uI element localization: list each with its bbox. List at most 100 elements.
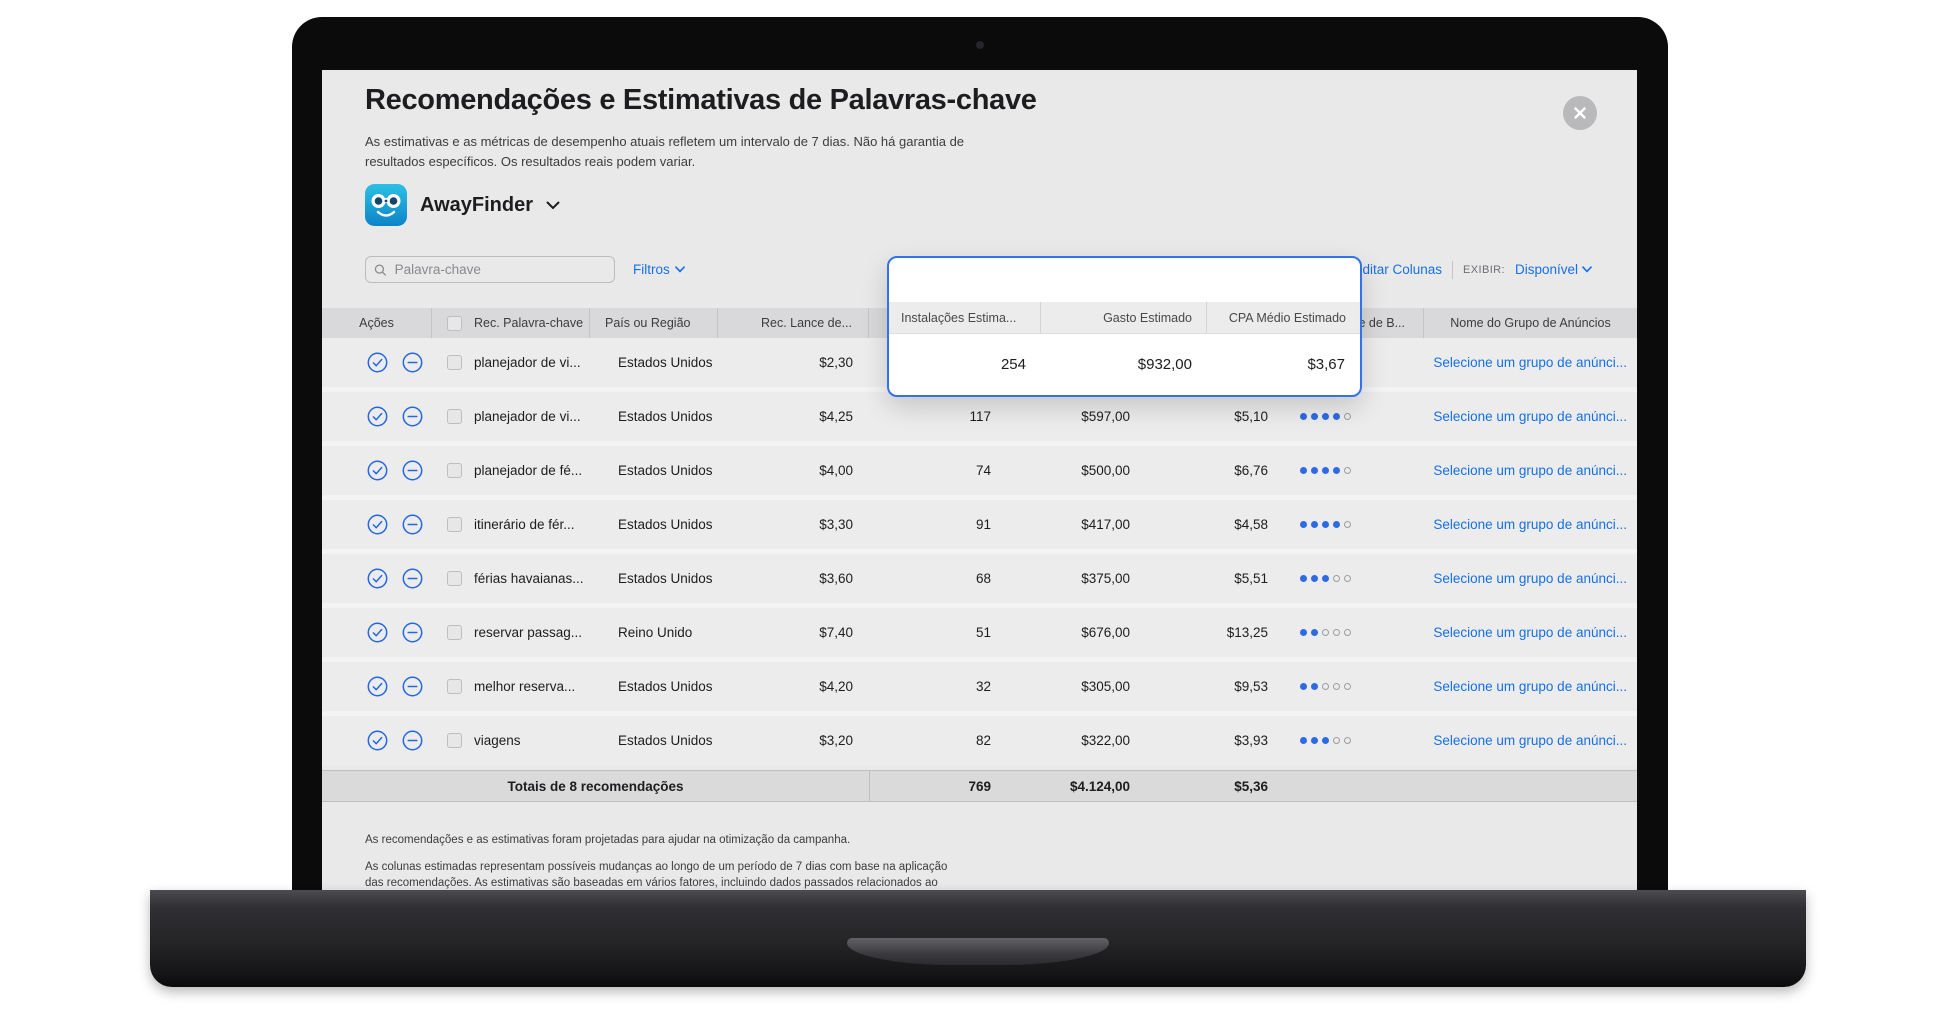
row-checkbox[interactable] [447, 463, 462, 478]
accept-recommendation-button[interactable] [367, 514, 388, 535]
strength-dot-filled [1333, 521, 1340, 528]
popup-header-cpa: CPA Médio Estimado [1207, 302, 1360, 333]
strength-dot-empty [1322, 629, 1329, 636]
bid-strength-dots [1300, 575, 1351, 582]
row-adgroup-cell: Selecione um grupo de anúnci... [1424, 463, 1637, 478]
strength-dot-filled [1322, 521, 1329, 528]
row-checkbox[interactable] [447, 679, 462, 694]
row-checkbox[interactable] [447, 571, 462, 586]
select-ad-group-link[interactable]: Selecione um grupo de anúnci... [1433, 409, 1627, 424]
dialog-subtitle: As estimativas e as métricas de desempen… [365, 132, 977, 171]
close-icon [1573, 106, 1587, 120]
cpa-value: $3,93 [1174, 733, 1290, 748]
dismiss-recommendation-button[interactable] [402, 676, 423, 697]
row-adgroup-cell: Selecione um grupo de anúnci... [1424, 679, 1637, 694]
chevron-down-icon [546, 201, 560, 210]
select-ad-group-link[interactable]: Selecione um grupo de anúnci... [1433, 571, 1627, 586]
popup-spend-value: $932,00 [1041, 356, 1207, 373]
accept-recommendation-button[interactable] [367, 622, 388, 643]
bid-strength-indicator [1290, 413, 1424, 420]
bid-strength-indicator [1290, 575, 1424, 582]
cpa-value: $4,58 [1174, 517, 1290, 532]
installs-value: 117 [869, 409, 1031, 424]
bid-strength-indicator [1290, 467, 1424, 474]
row-actions [322, 460, 432, 481]
dismiss-recommendation-button[interactable] [402, 514, 423, 535]
dismiss-recommendation-button[interactable] [402, 460, 423, 481]
select-ad-group-link[interactable]: Selecione um grupo de anúnci... [1433, 733, 1627, 748]
accept-recommendation-button[interactable] [367, 406, 388, 427]
bid-value: $3,60 [718, 571, 869, 586]
popup-cpa-value: $3,67 [1207, 356, 1360, 373]
dismiss-recommendation-button[interactable] [402, 568, 423, 589]
popup-header-row: Instalações Estima... Gasto Estimado CPA… [889, 302, 1360, 334]
app-name: AwayFinder [420, 194, 533, 217]
dismiss-recommendation-button[interactable] [402, 730, 423, 751]
row-checkbox[interactable] [447, 625, 462, 640]
bid-value: $4,20 [718, 679, 869, 694]
select-all-checkbox[interactable] [447, 316, 462, 331]
strength-dot-empty [1344, 413, 1351, 420]
row-checkbox[interactable] [447, 355, 462, 370]
header-country[interactable]: País ou Região [590, 308, 718, 338]
installs-value: 82 [869, 733, 1031, 748]
row-keyword-cell: melhor reserva... [432, 679, 590, 694]
select-ad-group-link[interactable]: Selecione um grupo de anúnci... [1433, 679, 1627, 694]
select-ad-group-link[interactable]: Selecione um grupo de anúnci... [1433, 517, 1627, 532]
strength-dot-filled [1311, 467, 1318, 474]
table-row: itinerário de fér... Estados Unidos $3,3… [322, 500, 1637, 549]
dismiss-recommendation-button[interactable] [402, 622, 423, 643]
popup-header-spend: Gasto Estimado [1041, 302, 1207, 333]
strength-dot-filled [1322, 413, 1329, 420]
accept-recommendation-button[interactable] [367, 676, 388, 697]
accept-recommendation-button[interactable] [367, 568, 388, 589]
header-bid[interactable]: Rec. Lance de... [718, 308, 869, 338]
strength-dot-filled [1311, 575, 1318, 582]
bid-strength-dots [1300, 683, 1351, 690]
spend-value: $500,00 [1031, 463, 1174, 478]
app-selector[interactable]: AwayFinder [365, 184, 560, 226]
edit-columns-button[interactable]: Editar Colunas [1353, 262, 1442, 277]
row-adgroup-cell: Selecione um grupo de anúnci... [1424, 355, 1637, 370]
bid-value: $3,20 [718, 733, 869, 748]
bid-strength-indicator [1290, 629, 1424, 636]
strength-dot-empty [1344, 575, 1351, 582]
row-actions [322, 514, 432, 535]
display-dropdown[interactable]: Disponível [1515, 262, 1592, 277]
select-ad-group-link[interactable]: Selecione um grupo de anúnci... [1433, 625, 1627, 640]
country-text: Estados Unidos [590, 733, 718, 748]
strength-dot-empty [1344, 737, 1351, 744]
select-ad-group-link[interactable]: Selecione um grupo de anúnci... [1433, 463, 1627, 478]
filters-button[interactable]: Filtros [633, 256, 685, 283]
select-ad-group-link[interactable]: Selecione um grupo de anúnci... [1433, 355, 1627, 370]
header-ad-group[interactable]: Nome do Grupo de Anúncios [1424, 308, 1637, 338]
country-text: Estados Unidos [590, 409, 718, 424]
search-input[interactable] [393, 261, 606, 278]
cpa-value: $9,53 [1174, 679, 1290, 694]
table-row: planejador de vi... Estados Unidos $4,25… [322, 392, 1637, 441]
row-checkbox[interactable] [447, 517, 462, 532]
row-adgroup-cell: Selecione um grupo de anúnci... [1424, 733, 1637, 748]
strength-dot-empty [1322, 683, 1329, 690]
strength-dot-filled [1311, 413, 1318, 420]
spend-value: $375,00 [1031, 571, 1174, 586]
row-keyword-cell: itinerário de fér... [432, 517, 590, 532]
spend-value: $417,00 [1031, 517, 1174, 532]
accept-recommendation-button[interactable] [367, 460, 388, 481]
dismiss-recommendation-button[interactable] [402, 352, 423, 373]
accept-recommendation-button[interactable] [367, 730, 388, 751]
bid-value: $3,30 [718, 517, 869, 532]
accept-recommendation-button[interactable] [367, 352, 388, 373]
dismiss-recommendation-button[interactable] [402, 406, 423, 427]
bid-strength-dots [1300, 521, 1351, 528]
row-checkbox[interactable] [447, 733, 462, 748]
chevron-down-icon [675, 266, 685, 273]
search-field[interactable] [365, 256, 615, 283]
row-keyword-cell: reservar passag... [432, 625, 590, 640]
close-button[interactable] [1563, 96, 1597, 130]
row-adgroup-cell: Selecione um grupo de anúnci... [1424, 571, 1637, 586]
popup-header-installs: Instalações Estima... [889, 302, 1041, 333]
search-icon [374, 263, 387, 277]
row-checkbox[interactable] [447, 409, 462, 424]
laptop-base [150, 890, 1806, 987]
